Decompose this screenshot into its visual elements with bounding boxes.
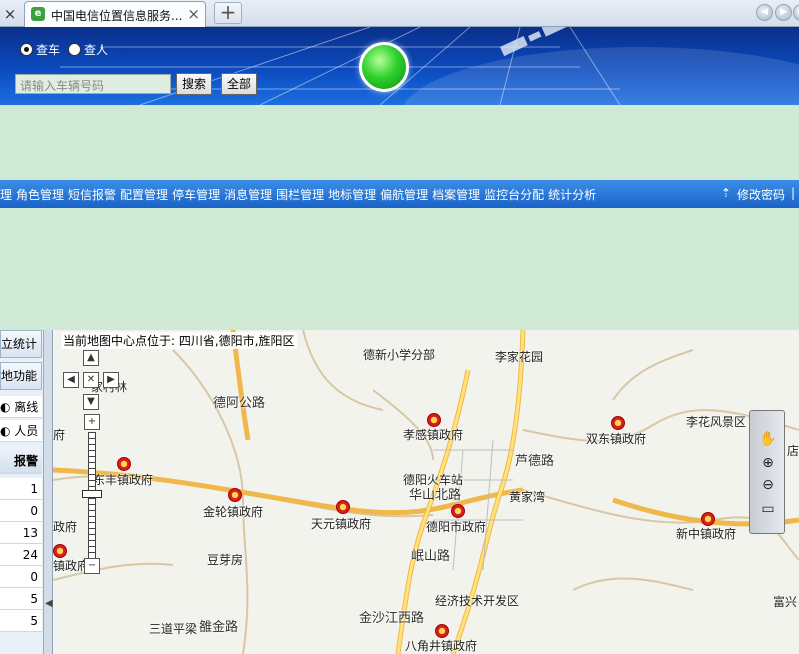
map-label: 岷山路 (411, 549, 451, 564)
menu-item-message[interactable]: 消息管理 (224, 186, 272, 203)
play-icon[interactable]: ▶ (775, 4, 792, 21)
zoom-out-icon[interactable]: − (84, 558, 100, 574)
status-icon: ◐ (0, 400, 15, 414)
alarm-count: 13 (0, 522, 42, 544)
menu-item-deviation[interactable]: 偏航管理 (380, 186, 428, 203)
map-navigation-control: ▲ ◀ ✕ ▶ ▼ + − (57, 350, 127, 580)
menu-item-config[interactable]: 配置管理 (120, 186, 168, 203)
tab-close-icon[interactable]: × (187, 5, 200, 23)
all-button[interactable]: 全部 (221, 73, 258, 95)
main-menu-bar: 理 角色管理 短信报警 配置管理 停车管理 消息管理 围栏管理 地标管理 偏航管… (0, 180, 799, 208)
map-label: 华山北路 (409, 488, 462, 503)
government-icon[interactable] (336, 500, 350, 514)
functions-button[interactable]: 地功能 (0, 362, 42, 390)
vehicle-search-input[interactable]: 请输入车辆号码 (15, 74, 171, 94)
map-label: 德新小学分部 (363, 348, 436, 362)
close-icon[interactable]: × (0, 4, 20, 24)
radio-check-person[interactable]: 查人 (68, 41, 108, 58)
personnel-row[interactable]: ◐ 人员 (0, 420, 42, 442)
menu-item-sms-alarm[interactable]: 短信报警 (68, 186, 116, 203)
zoom-out-tool-icon[interactable]: ⊖ (756, 475, 780, 495)
menu-item-archive[interactable]: 档案管理 (432, 186, 480, 203)
menu-item-role[interactable]: 角色管理 (16, 186, 64, 203)
menu-item-fence[interactable]: 围栏管理 (276, 186, 324, 203)
alarm-count: 5 (0, 610, 42, 632)
panel-collapse-handle[interactable]: ◀ (44, 330, 53, 654)
header-banner: 查车 查人 请输入车辆号码 搜索 全部 (0, 27, 799, 105)
map-label: 豆芽房 (207, 553, 244, 567)
map-label: 黄家湾 (509, 490, 546, 504)
map-view[interactable]: 当前地图中心点位于: 四川省,德阳市,旌阳区 德新小学分部 李家花园 家村林 德… (53, 330, 799, 654)
zoom-in-icon[interactable]: + (84, 414, 100, 430)
alarm-count: 0 (0, 500, 42, 522)
reset-view-icon[interactable]: ✕ (83, 372, 99, 388)
menu-item-statistics[interactable]: 统计分析 (548, 186, 596, 203)
forward-icon[interactable]: ▶ (793, 4, 799, 21)
menu-item-landmark[interactable]: 地标管理 (328, 186, 376, 203)
map-label: 芦德路 (515, 454, 555, 469)
government-icon[interactable] (435, 624, 449, 638)
back-icon[interactable]: ◀ (756, 4, 773, 21)
government-icon[interactable] (611, 416, 625, 430)
alarm-count: 5 (0, 588, 42, 610)
government-icon[interactable] (701, 512, 715, 526)
up-arrow-icon: ⇡ (720, 186, 731, 200)
radio-unselected-icon (68, 43, 81, 56)
map-label: 经济技术开发区 (435, 594, 520, 608)
map-label: 八角井镇政府 (405, 639, 478, 653)
content-band-top (0, 105, 799, 180)
browser-tab[interactable]: e 中国电信位置信息服务... × (24, 1, 206, 27)
map-label: 李花风景区 (686, 415, 747, 429)
tab-title: 中国电信位置信息服务... (51, 9, 183, 23)
map-label: 德阳市政府 (426, 520, 487, 534)
map-label: 三道平梁 (149, 622, 198, 636)
offline-row[interactable]: ◐ 离线 (0, 396, 42, 418)
map-center-text: 当前地图中心点位于: 四川省,德阳市,旌阳区 (61, 332, 297, 349)
map-label: 富兴 (773, 595, 798, 609)
pan-right-icon[interactable]: ▶ (103, 372, 119, 388)
government-icon[interactable] (451, 504, 465, 518)
menu-item-parking[interactable]: 停车管理 (172, 186, 220, 203)
government-icon[interactable] (427, 413, 441, 427)
map-label: 李家花园 (495, 350, 544, 364)
map-label: 孝感镇政府 (403, 428, 464, 442)
map-label: 天元镇政府 (311, 517, 372, 531)
status-indicator-icon (359, 42, 409, 92)
pan-hand-icon[interactable]: ✋ (756, 429, 780, 449)
map-label: 雒金路 (199, 620, 239, 635)
radio-selected-icon (20, 43, 33, 56)
pan-up-icon[interactable]: ▲ (83, 350, 99, 366)
statistics-button[interactable]: 立统计 (0, 330, 42, 358)
map-label: 店 (787, 444, 799, 458)
map-label: 德阿公路 (213, 396, 266, 411)
alarm-count: 1 (0, 478, 42, 500)
favicon-icon: e (31, 7, 45, 21)
content-band-bottom (0, 208, 799, 330)
radio-check-car[interactable]: 查车 (20, 41, 60, 58)
browser-tab-bar: × e 中国电信位置信息服务... × + ◀ ▶ ▶ (0, 0, 799, 27)
pan-left-icon[interactable]: ◀ (63, 372, 79, 388)
new-tab-button[interactable]: + (214, 2, 242, 24)
collapse-arrow-icon: ◀ (45, 598, 53, 609)
left-panel: 立统计 地功能 ◐ 离线 ◐ 人员 报警 1 0 13 24 0 5 5 (0, 330, 44, 654)
menu-item[interactable]: 理 (0, 186, 12, 203)
map-label: 金沙江西路 (359, 611, 425, 626)
change-password-link[interactable]: 修改密码 (737, 186, 785, 203)
map-label: 新中镇政府 (676, 527, 737, 541)
map-label: 金轮镇政府 (203, 505, 264, 519)
zoom-in-tool-icon[interactable]: ⊕ (756, 453, 780, 473)
map-label: 双东镇政府 (586, 432, 647, 446)
government-icon[interactable] (228, 488, 242, 502)
search-button[interactable]: 搜索 (176, 73, 213, 95)
alarm-count: 24 (0, 544, 42, 566)
pan-down-icon[interactable]: ▼ (83, 394, 99, 410)
measure-ruler-icon[interactable]: ▭ (756, 499, 780, 519)
alarm-count: 0 (0, 566, 42, 588)
menu-item-console[interactable]: 监控台分配 (484, 186, 544, 203)
zoom-slider-thumb[interactable] (82, 490, 102, 498)
menu-separator: | (790, 186, 795, 200)
status-icon: ◐ (0, 424, 15, 438)
map-tool-panel: ✋ ⊕ ⊖ ▭ (749, 410, 785, 534)
alarm-column-header: 报警 (0, 448, 42, 474)
